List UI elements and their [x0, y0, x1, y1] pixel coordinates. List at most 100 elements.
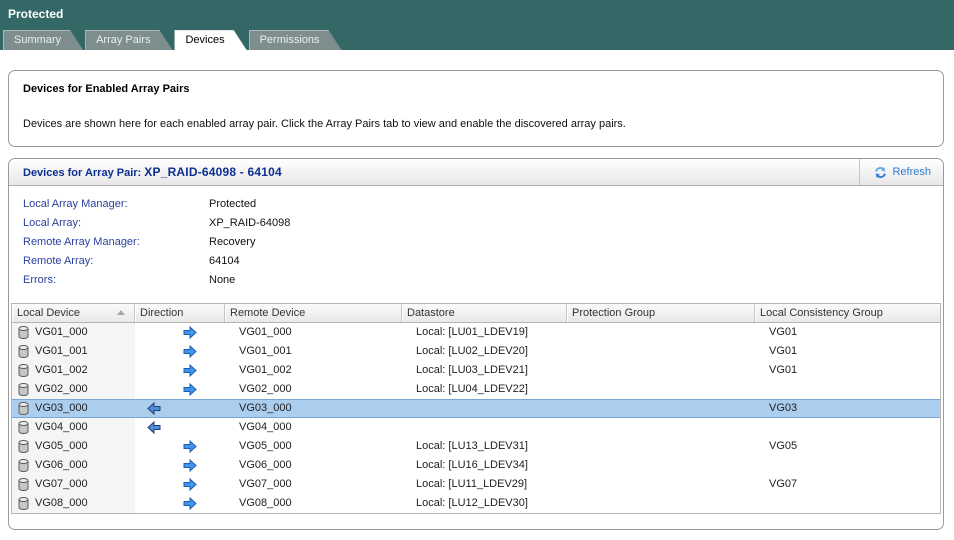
table-row[interactable]: VG03_000 VG03_000 VG03 [12, 399, 940, 418]
column-header-protection-group[interactable]: Protection Group [567, 304, 755, 322]
arrow-right-icon [183, 345, 197, 358]
arrow-right-icon [183, 497, 197, 510]
table-row[interactable]: VG04_000 VG04_000 [12, 418, 940, 437]
detail-value-remote-array-manager: Recovery [209, 236, 255, 248]
protection-group-name [567, 437, 755, 456]
table-row[interactable]: VG01_001 VG01_001 Local: [LU02_LDEV20] V… [12, 342, 940, 361]
arrow-right-icon [183, 459, 197, 472]
arrow-left-icon [147, 402, 161, 415]
local-device-name: VG03_000 [35, 400, 88, 417]
datastore-name: Local: [LU02_LDEV20] [402, 342, 567, 361]
lun-device-icon [18, 478, 29, 491]
local-device-name: VG01_002 [35, 361, 88, 380]
column-header-direction[interactable]: Direction [135, 304, 225, 322]
devices-panel-title: Devices for Array Pair: XP_RAID-64098 - … [23, 159, 282, 186]
devices-panel-header: Devices for Array Pair: XP_RAID-64098 - … [9, 159, 943, 186]
tab-summary[interactable]: Summary [3, 30, 83, 50]
local-device-name: VG07_000 [35, 475, 88, 494]
remote-device-name: VG06_000 [225, 456, 402, 475]
info-panel-description: Devices are shown here for each enabled … [23, 118, 626, 130]
local-consistency-group-name: VG01 [755, 323, 940, 342]
arrow-right-icon [183, 383, 197, 396]
lun-device-icon [18, 497, 29, 510]
arrow-right-icon [183, 364, 197, 377]
tab-permissions[interactable]: Permissions [249, 30, 342, 50]
protection-group-name [567, 494, 755, 513]
local-device-name: VG01_001 [35, 342, 88, 361]
lun-device-icon [18, 402, 29, 415]
table-row[interactable]: VG01_002 VG01_002 Local: [LU03_LDEV21] V… [12, 361, 940, 380]
column-header-local-consistency-group[interactable]: Local Consistency Group [755, 304, 940, 322]
remote-device-name: VG07_000 [225, 475, 402, 494]
column-header-datastore[interactable]: Datastore [402, 304, 567, 322]
column-header-local-device[interactable]: Local Device [12, 304, 135, 322]
detail-row: Errors:None [23, 271, 290, 290]
sort-ascending-icon [117, 310, 125, 315]
lun-device-icon [18, 383, 29, 396]
protection-group-name [567, 361, 755, 380]
protection-group-name [567, 323, 755, 342]
detail-label-local-array: Local Array: [23, 214, 209, 233]
tab-strip: Summary Array Pairs Devices Permissions [3, 30, 344, 50]
detail-value-local-array: XP_RAID-64098 [209, 217, 290, 229]
page-title: Protected [8, 7, 63, 21]
arrow-right-icon [183, 326, 197, 339]
detail-row: Local Array:XP_RAID-64098 [23, 214, 290, 233]
local-device-name: VG06_000 [35, 456, 88, 475]
table-row[interactable]: VG06_000 VG06_000 Local: [LU16_LDEV34] [12, 456, 940, 475]
local-consistency-group-name [755, 456, 940, 475]
info-panel-title: Devices for Enabled Array Pairs [23, 83, 190, 95]
local-consistency-group-name [755, 494, 940, 513]
lun-device-icon [18, 440, 29, 453]
datastore-name: Local: [LU11_LDEV29] [402, 475, 567, 494]
table-row[interactable]: VG02_000 VG02_000 Local: [LU04_LDEV22] [12, 380, 940, 399]
protection-group-name [567, 456, 755, 475]
devices-table-body: VG01_000 VG01_000 Local: [LU01_LDEV19] V… [12, 323, 940, 513]
protection-group-name [567, 380, 755, 399]
enabled-array-pairs-panel: Devices for Enabled Array Pairs Devices … [8, 70, 944, 147]
column-header-label: Datastore [407, 307, 455, 319]
detail-label-local-array-manager: Local Array Manager: [23, 195, 209, 214]
local-consistency-group-name: VG03 [755, 400, 940, 417]
detail-value-remote-array: 64104 [209, 255, 240, 267]
column-header-label: Protection Group [572, 307, 655, 319]
table-row[interactable]: VG08_000 VG08_000 Local: [LU12_LDEV30] [12, 494, 940, 513]
local-consistency-group-name: VG05 [755, 437, 940, 456]
remote-device-name: VG01_001 [225, 342, 402, 361]
devices-table-header: Local Device Direction Remote Device Dat… [12, 304, 940, 323]
detail-row: Local Array Manager:Protected [23, 195, 290, 214]
tab-array-pairs[interactable]: Array Pairs [85, 30, 172, 50]
lun-device-icon [18, 421, 29, 434]
detail-value-errors: None [209, 274, 235, 286]
lun-device-icon [18, 364, 29, 377]
devices-for-array-pair-panel: Devices for Array Pair: XP_RAID-64098 - … [8, 158, 944, 530]
remote-device-name: VG08_000 [225, 494, 402, 513]
table-row[interactable]: VG07_000 VG07_000 Local: [LU11_LDEV29] V… [12, 475, 940, 494]
devices-table: Local Device Direction Remote Device Dat… [11, 303, 941, 514]
local-consistency-group-name: VG01 [755, 342, 940, 361]
detail-label-remote-array: Remote Array: [23, 252, 209, 271]
column-header-remote-device[interactable]: Remote Device [225, 304, 402, 322]
remote-device-name: VG01_000 [225, 323, 402, 342]
arrow-left-icon [147, 421, 161, 434]
datastore-name: Local: [LU01_LDEV19] [402, 323, 567, 342]
array-pair-details: Local Array Manager:Protected Local Arra… [23, 195, 290, 290]
table-row[interactable]: VG01_000 VG01_000 Local: [LU01_LDEV19] V… [12, 323, 940, 342]
tab-devices[interactable]: Devices [174, 30, 246, 50]
array-pair-name: XP_RAID-64098 - 64104 [144, 165, 282, 179]
local-device-name: VG01_000 [35, 323, 88, 342]
remote-device-name: VG03_000 [225, 400, 402, 417]
local-consistency-group-name: VG01 [755, 361, 940, 380]
protection-group-name [567, 400, 755, 417]
refresh-button[interactable]: Refresh [859, 159, 943, 185]
detail-label-errors: Errors: [23, 271, 209, 290]
local-device-name: VG04_000 [35, 418, 88, 437]
datastore-name: Local: [LU16_LDEV34] [402, 456, 567, 475]
detail-row: Remote Array Manager:Recovery [23, 233, 290, 252]
table-row[interactable]: VG05_000 VG05_000 Local: [LU13_LDEV31] V… [12, 437, 940, 456]
datastore-name: Local: [LU03_LDEV21] [402, 361, 567, 380]
datastore-name: Local: [LU04_LDEV22] [402, 380, 567, 399]
protection-group-name [567, 475, 755, 494]
detail-row: Remote Array:64104 [23, 252, 290, 271]
datastore-name: Local: [LU13_LDEV31] [402, 437, 567, 456]
